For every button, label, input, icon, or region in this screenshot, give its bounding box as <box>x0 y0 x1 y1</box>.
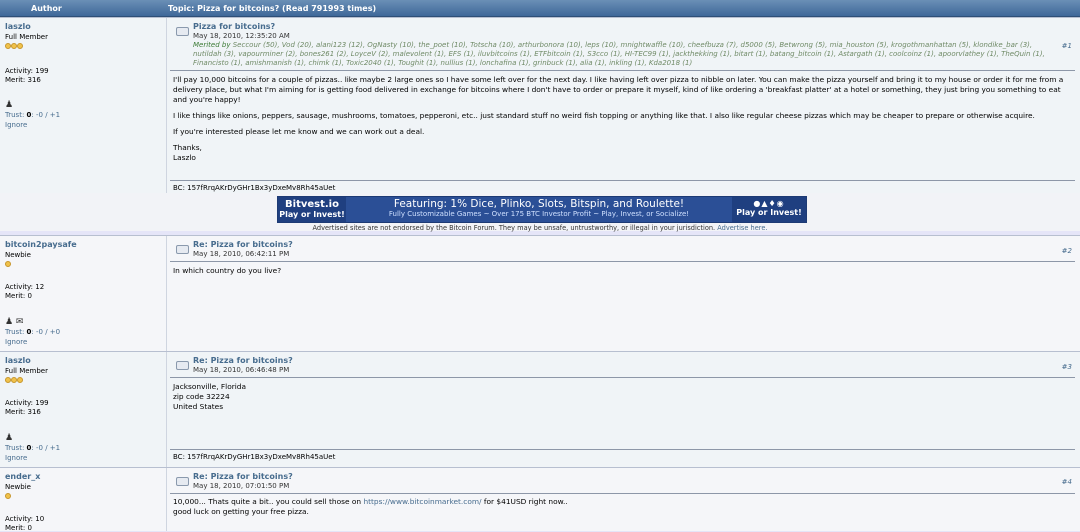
advertise-link[interactable]: Advertise here. <box>717 224 767 232</box>
author-panel: laszlo Full Member Activity: 199 Merit: … <box>0 18 167 194</box>
merit-count: Merit: 316 <box>5 76 41 84</box>
bitcoinmarket-link[interactable]: https://www.bitcoinmarket.com/ <box>363 497 481 506</box>
post-date: May 18, 2010, 06:46:48 PM <box>193 366 290 374</box>
post-line: United States <box>173 402 224 411</box>
rank-stars-icon <box>5 376 23 385</box>
post-4: ender_x Newbie Activity: 10 Merit: 0 Re:… <box>0 467 1080 532</box>
game-icons-icon: ●▲♦◉ <box>753 199 785 208</box>
user-rank: Newbie <box>5 483 31 491</box>
divider <box>170 493 1075 494</box>
post-number[interactable]: #1 <box>1062 42 1072 50</box>
banner-brand: Bitvest.io <box>285 199 339 210</box>
profile-icon[interactable]: ♟ <box>5 100 13 110</box>
post-line: In which country do you live? <box>173 266 282 275</box>
post-line: good luck on getting your free pizza. <box>173 507 309 516</box>
post-title[interactable]: Pizza for bitcoins? <box>193 22 275 31</box>
banner-right-cta: Play or Invest! <box>736 208 802 217</box>
advertisement-area: Bitvest.io Play or Invest! Featuring: 1%… <box>0 193 1080 232</box>
post-line: Jacksonville, Florida <box>173 382 247 391</box>
post-number[interactable]: #3 <box>1062 363 1072 371</box>
post-3: laszlo Full Member Activity: 199 Merit: … <box>0 351 1080 467</box>
activity-count: Activity: 10 <box>5 515 45 523</box>
divider <box>170 70 1075 71</box>
merited-by-list: Merited by Seccour (50), Vod (20), alani… <box>193 41 1045 67</box>
post-body: In which country do you live? <box>173 266 1073 276</box>
banner-middle[interactable]: Featuring: 1% Dice, Plinko, Slots, Bitsp… <box>346 197 732 222</box>
ad-disclaimer: Advertised sites are not endorsed by the… <box>312 224 768 232</box>
trust-score[interactable]: Trust: 0: -0 / +1 <box>5 444 60 452</box>
author-panel: laszlo Full Member Activity: 199 Merit: … <box>0 352 167 467</box>
trust-score[interactable]: Trust: 0: -0 / +0 <box>5 328 60 336</box>
profile-icon[interactable]: ♟ <box>5 433 13 443</box>
signature: BC: 157fRrqAKrDyGHr1Bx3yDxeMv8Rh45aUet <box>173 453 336 461</box>
activity-count: Activity: 12 <box>5 283 45 291</box>
post-line: 10,000... Thats quite a bit.. you could … <box>173 497 568 506</box>
user-rank: Newbie <box>5 251 31 259</box>
user-rank: Full Member <box>5 33 48 41</box>
merit-count: Merit: 0 <box>5 292 32 300</box>
activity-count: Activity: 199 <box>5 67 49 75</box>
post-title[interactable]: Re: Pizza for bitcoins? <box>193 472 293 481</box>
post-body: 10,000... Thats quite a bit.. you could … <box>173 497 1073 517</box>
ignore-link[interactable]: Ignore <box>5 121 27 129</box>
post-title[interactable]: Re: Pizza for bitcoins? <box>193 240 293 249</box>
profile-icon[interactable]: ♟ ✉ <box>5 317 23 327</box>
merit-count: Merit: 0 <box>5 524 32 532</box>
username-link[interactable]: laszlo <box>5 356 31 365</box>
merit-count: Merit: 316 <box>5 408 41 416</box>
rank-stars-icon <box>5 260 11 269</box>
author-panel: bitcoin2paysafe Newbie Activity: 12 Meri… <box>0 236 167 351</box>
post-line: Thanks, <box>173 143 202 152</box>
post-body: Jacksonville, Florida zip code 32224 Uni… <box>173 382 1073 412</box>
post-body: I'll pay 10,000 bitcoins for a couple of… <box>173 75 1073 163</box>
username-link[interactable]: bitcoin2paysafe <box>5 240 77 249</box>
post-paragraph: I'll pay 10,000 bitcoins for a couple of… <box>173 75 1064 104</box>
topic-title: Topic: Pizza for bitcoins? (Read 791993 … <box>168 4 377 13</box>
post-icon <box>176 477 189 486</box>
banner-headline: Featuring: 1% Dice, Plinko, Slots, Bitsp… <box>393 198 685 210</box>
post-line: zip code 32224 <box>173 392 230 401</box>
post-1: laszlo Full Member Activity: 199 Merit: … <box>0 17 1080 194</box>
post-icon <box>176 361 189 370</box>
rank-stars-icon <box>5 42 23 51</box>
post-paragraph: I like things like onions, peppers, saus… <box>173 111 1035 120</box>
post-date: May 18, 2010, 06:42:11 PM <box>193 250 290 258</box>
banner-cta: Play or Invest! <box>279 210 345 219</box>
ignore-link[interactable]: Ignore <box>5 338 27 346</box>
topic-header-bar: Author Topic: Pizza for bitcoins? (Read … <box>0 0 1080 17</box>
divider <box>170 261 1075 262</box>
post-title[interactable]: Re: Pizza for bitcoins? <box>193 356 293 365</box>
post-number[interactable]: #2 <box>1062 247 1072 255</box>
post-line: Laszlo <box>173 153 196 162</box>
rank-stars-icon <box>5 492 11 501</box>
signature-divider <box>170 449 1075 450</box>
post-date: May 18, 2010, 07:01:50 PM <box>193 482 290 490</box>
trust-score[interactable]: Trust: 0: -0 / +1 <box>5 111 60 119</box>
post-date: May 18, 2010, 12:35:20 AM <box>193 32 290 40</box>
post-number[interactable]: #4 <box>1062 478 1072 486</box>
user-rank: Full Member <box>5 367 48 375</box>
author-panel: ender_x Newbie Activity: 10 Merit: 0 <box>0 468 167 532</box>
post-icon <box>176 245 189 254</box>
post-2: bitcoin2paysafe Newbie Activity: 12 Meri… <box>0 235 1080 351</box>
post-paragraph: If you're interested please let me know … <box>173 127 425 136</box>
banner-left[interactable]: Bitvest.io Play or Invest! <box>278 197 346 222</box>
activity-count: Activity: 199 <box>5 399 49 407</box>
author-column-label: Author <box>31 4 62 13</box>
banner-right[interactable]: ●▲♦◉ Play or Invest! <box>732 197 806 222</box>
ignore-link[interactable]: Ignore <box>5 454 27 462</box>
username-link[interactable]: ender_x <box>5 472 40 481</box>
username-link[interactable]: laszlo <box>5 22 31 31</box>
signature: BC: 157fRrqAKrDyGHr1Bx3yDxeMv8Rh45aUet <box>173 184 336 192</box>
signature-divider <box>170 180 1075 181</box>
divider <box>170 377 1075 378</box>
bitvest-banner[interactable]: Bitvest.io Play or Invest! Featuring: 1%… <box>277 196 807 223</box>
post-icon <box>176 27 189 36</box>
banner-subline: Fully Customizable Games ~ Over 175 BTC … <box>388 210 690 218</box>
